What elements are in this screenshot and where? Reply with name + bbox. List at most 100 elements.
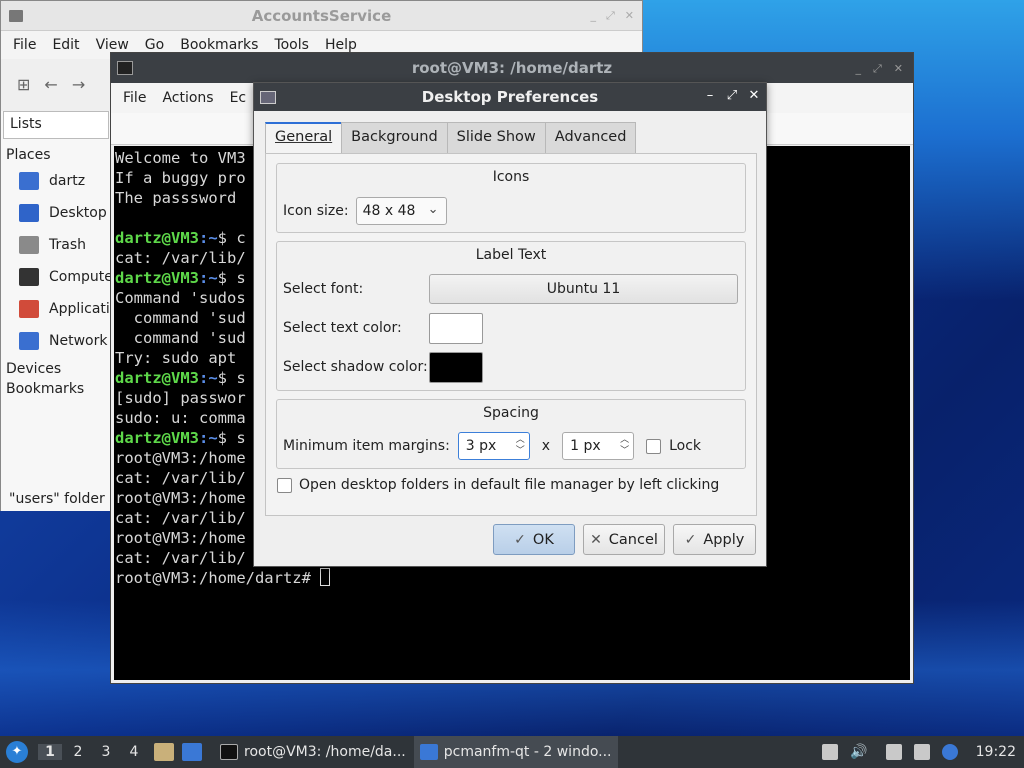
menu-view[interactable]: View [88,37,137,53]
font-picker-button[interactable]: Ubuntu 11 [429,274,738,304]
bookmarks-heading[interactable]: Bookmarks [1,381,111,401]
menu-help[interactable]: Help [317,37,365,53]
applications-icon [19,300,39,318]
desktop-switch-1[interactable]: 1 [38,744,62,760]
tab-background[interactable]: Background [341,122,448,153]
sidebar-item-desktop[interactable]: Desktop [1,197,111,229]
text-color-button[interactable] [429,313,483,344]
sidebar-item-network[interactable]: Network [1,325,111,357]
sidebar-item-label: Compute [49,269,111,285]
sidebar-item-label: Network [49,333,108,349]
sidebar-item-computer[interactable]: Compute [1,261,111,293]
trash-icon [19,236,39,254]
minimize-icon[interactable]: – [704,88,716,103]
shadow-color-label: Select shadow color: [283,359,428,375]
margin-x-stepper[interactable]: 3 px ︿ ﹀ [457,432,530,460]
terminal-title: root@VM3: /home/dartz [411,59,613,77]
tab-slide-show[interactable]: Slide Show [446,122,546,153]
sidebar-item-trash[interactable]: Trash [1,229,111,261]
menu-go[interactable]: Go [137,37,172,53]
sidebar-mode-select[interactable]: Lists [3,111,109,139]
maximize-icon[interactable]: ⤢ [873,62,882,76]
terminal-text: command 'sud [115,309,246,327]
terminal-text: command 'sud [115,329,246,347]
terminal-titlebar[interactable]: root@VM3: /home/dartz _ ⤢ ✕ [111,53,913,83]
file-manager-window-buttons: _ ⤢ ✕ [590,9,634,23]
taskbar-task-file-manager[interactable]: pcmanfm-qt - 2 windo... [413,736,618,768]
margin-y-stepper[interactable]: 1 px ︿ ﹀ [562,432,635,460]
prompt-user: dartz@VM3 [115,269,199,287]
cancel-button[interactable]: ✕ Cancel [583,524,665,555]
terminal-text: cat: /var/lib/ [115,549,246,567]
start-menu-icon[interactable]: ✦ [6,741,28,763]
menu-bookmarks[interactable]: Bookmarks [172,37,266,53]
maximize-icon[interactable]: ⤢ [726,88,738,103]
tab-label: General [275,129,333,145]
back-arrow-icon[interactable]: ← [44,75,57,94]
margin-x-value: 3 px [465,438,497,454]
minimize-icon[interactable]: _ [590,9,596,23]
clipboard-icon[interactable] [913,744,930,760]
margins-row: Minimum item margins: 3 px ︿ ﹀ x 1 px ︿ ﹀ … [283,432,701,460]
apply-button[interactable]: ✓ Apply [673,524,756,555]
tab-label: Advanced [554,129,627,145]
stepper-arrows-icon[interactable]: ︿ ﹀ [516,433,525,459]
desktop-icon [19,204,39,222]
stepper-arrows-icon[interactable]: ︿ ﹀ [620,433,629,459]
close-icon[interactable]: ✕ [625,9,634,23]
forward-arrow-icon[interactable]: → [72,75,85,94]
home-folder-icon [19,172,39,190]
text-color-label: Select text color: [283,320,402,336]
icon-size-select[interactable]: 48 x 48 ⌄ [355,197,447,225]
menu-edit[interactable]: Edit [44,37,87,53]
lock-checkbox[interactable] [646,438,662,454]
terminal-menu-edit[interactable]: Ec [222,90,255,106]
ok-button[interactable]: ✓ OK [493,524,575,555]
shadow-color-button[interactable] [429,352,483,383]
apply-label: Apply [703,531,745,548]
terminal-text: root@VM3:/home/dartz# [115,569,321,587]
volume-icon[interactable]: 🔊 [850,744,867,760]
clock[interactable]: 19:22 [970,744,1020,760]
close-icon[interactable]: ✕ [894,62,903,76]
desktop-switch-2[interactable]: 2 [66,744,90,760]
maximize-icon[interactable]: ⤢ [606,9,615,23]
file-manager-titlebar[interactable]: AccountsService _ ⤢ ✕ [1,1,642,31]
taskbar-task-terminal[interactable]: root@VM3: /home/da... [214,736,412,768]
icon-size-value: 48 x 48 [362,203,416,219]
sidebar-item-home[interactable]: dartz [1,165,111,197]
terminal-menu-actions[interactable]: Actions [154,90,221,106]
taskbar: ✦ 1 2 3 4 root@VM3: /home/da... pcmanfm-… [0,736,1024,768]
chevron-down-icon: ⌄ [427,202,439,217]
dialog-titlebar[interactable]: Desktop Preferences – ⤢ ✕ [254,83,766,111]
new-tab-icon[interactable]: ⊞ [17,75,30,94]
show-desktop-icon[interactable] [182,743,202,761]
desktop-switch-4[interactable]: 4 [122,744,146,760]
upload-icon[interactable] [822,744,839,760]
open-folders-row[interactable]: Open desktop folders in default file man… [277,477,719,493]
display-icon[interactable] [885,744,902,760]
open-folders-label: Open desktop folders in default file man… [299,477,720,493]
open-folders-checkbox[interactable] [277,477,292,493]
terminal-menu-file[interactable]: File [115,90,154,106]
minimize-icon[interactable]: _ [855,62,861,76]
devices-heading[interactable]: Devices [1,357,111,381]
menu-file[interactable]: File [5,37,44,53]
network-icon [19,332,39,350]
margins-label: Minimum item margins: [283,438,450,454]
desktop-preferences-dialog[interactable]: Desktop Preferences – ⤢ ✕ General Backgr… [253,82,767,567]
desktop-switch-3[interactable]: 3 [94,744,118,760]
menu-tools[interactable]: Tools [266,37,317,53]
file-manager-launcher-icon[interactable] [154,743,174,761]
text-cursor [320,568,331,586]
sidebar-item-applications[interactable]: Applicatio [1,293,111,325]
tab-general[interactable]: General [265,122,343,154]
lock-label: Lock [669,438,702,454]
terminal-icon [220,744,238,760]
icons-group: Icons Icon size: 48 x 48 ⌄ [276,163,746,233]
update-notifier-icon[interactable] [941,744,958,760]
tab-advanced[interactable]: Advanced [544,122,637,153]
close-icon[interactable]: ✕ [748,88,760,103]
prompt-command: $ c [217,229,246,247]
tab-label: Background [351,129,438,145]
